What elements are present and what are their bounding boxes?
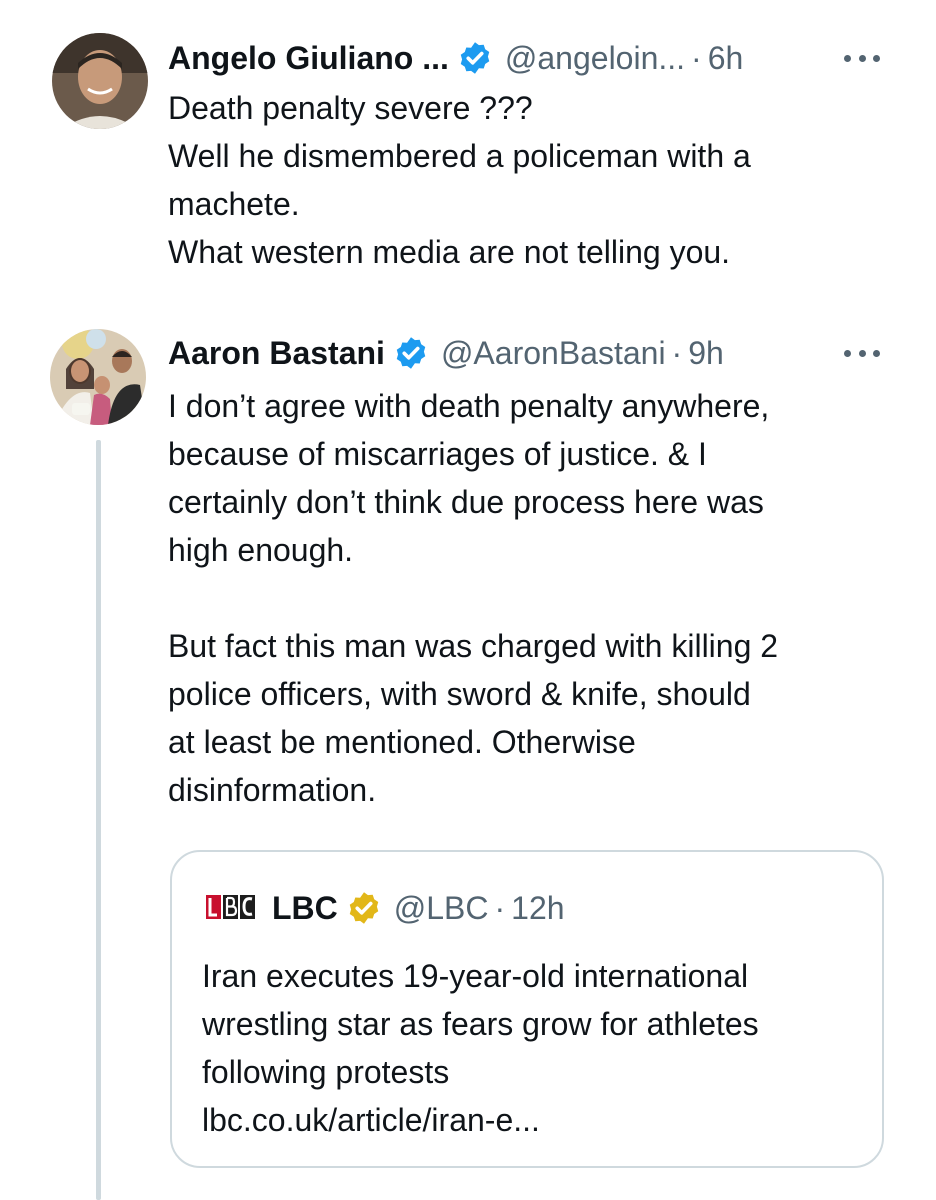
tweet-line: Death penalty severe ??? <box>168 90 533 126</box>
lbc-logo[interactable] <box>202 888 260 928</box>
thread-connector <box>96 440 101 1200</box>
avatar-aaron[interactable] <box>50 329 146 425</box>
tweet-line: certainly don’t think due process here w… <box>168 484 764 520</box>
gold-verified-badge-icon <box>349 892 379 924</box>
quote-line: following protests <box>202 1054 450 1090</box>
tweet1-text: Death penalty severe ??? Well he dismemb… <box>168 84 888 276</box>
quote-line: wrestling star as fears grow for athlete… <box>202 1006 759 1042</box>
more-options-icon[interactable] <box>844 347 880 359</box>
tweet-line: I don’t agree with death penalty anywher… <box>168 388 770 424</box>
tweet2-header: Aaron Bastani @AaronBastani · 9h <box>168 331 724 375</box>
tweet-line: What western media are not telling you. <box>168 234 731 270</box>
quoted-tweet-card[interactable]: LBC @LBC · 12h Iran executes 19-year-old… <box>170 850 884 1168</box>
dot-separator: · <box>494 889 506 926</box>
tweet1-header: Angelo Giuliano ... @angeloin... · 6h <box>168 36 743 80</box>
quote-author-name[interactable]: LBC <box>272 890 338 927</box>
tweet-line: But fact this man was charged with killi… <box>168 628 779 664</box>
timestamp[interactable]: 9h <box>688 335 724 372</box>
author-handle[interactable]: @AaronBastani <box>441 335 666 372</box>
tweet-line: Well he dismembered a policeman with a <box>168 138 751 174</box>
quote-line: Iran executes 19-year-old international <box>202 958 749 994</box>
author-name[interactable]: Angelo Giuliano ... <box>168 40 449 77</box>
tweet-line: police officers, with sword & knife, sho… <box>168 676 751 712</box>
avatar-angelo[interactable] <box>52 33 148 129</box>
more-options-icon[interactable] <box>844 52 880 64</box>
tweet2-text: I don’t agree with death penalty anywher… <box>168 382 888 814</box>
tweet-line: disinformation. <box>168 772 377 808</box>
quote-text: Iran executes 19-year-old international … <box>202 952 862 1144</box>
verified-badge-icon <box>396 337 426 369</box>
author-name[interactable]: Aaron Bastani <box>168 335 385 372</box>
tweet-line: because of miscarriages of justice. & I <box>168 436 707 472</box>
verified-badge-icon <box>460 42 490 74</box>
quote-author-handle[interactable]: @LBC <box>394 890 489 927</box>
tweet-line: at least be mentioned. Otherwise <box>168 724 636 760</box>
tweet-line: high enough. <box>168 532 354 568</box>
dot-separator: · <box>691 39 702 76</box>
quote-timestamp[interactable]: 12h <box>511 890 564 927</box>
timestamp[interactable]: 6h <box>708 40 744 77</box>
thread-view: Angelo Giuliano ... @angeloin... · 6h De… <box>0 0 936 1200</box>
tweet-line: machete. <box>168 186 300 222</box>
author-handle[interactable]: @angeloin... <box>505 40 685 77</box>
dot-separator: · <box>671 334 683 371</box>
quote-link[interactable]: lbc.co.uk/article/iran-e... <box>202 1096 862 1144</box>
quote-header: LBC @LBC · 12h <box>202 886 565 930</box>
